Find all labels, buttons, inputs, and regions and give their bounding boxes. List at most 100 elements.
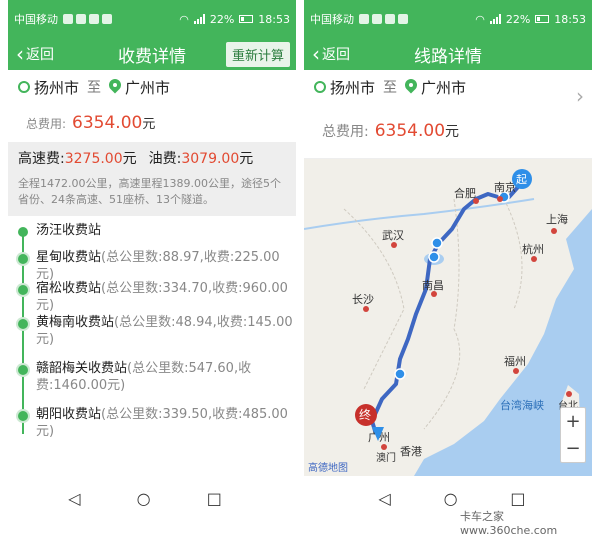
total-value: 6354.00 [374, 121, 446, 141]
total-cost-row[interactable]: › 总费用: 6354.00 元 [304, 84, 592, 158]
total-label: 总费用: [26, 117, 67, 131]
route-summary: 扬州市 至 广州市 [304, 70, 592, 104]
route-description: 全程1472.00公里，高速里程1389.00公里，途径5个省份、24条高速、5… [18, 177, 281, 206]
route-detail-screen: 中国移动 ◠ 22% 18:53 ‹ 返回 线路详情 扬州市 至 广州市 › 总… [304, 0, 592, 480]
chevron-left-icon: ‹ [16, 42, 24, 66]
waypoint-icon [431, 237, 443, 249]
home-circle-icon[interactable]: ○ [444, 489, 458, 508]
destination-city: 广州市 [421, 78, 467, 97]
city-dot-icon [513, 368, 519, 374]
origin-city: 扬州市 [34, 78, 80, 97]
wechat-icon [359, 14, 369, 24]
list-item: 黄梅南收费站(总公里数:48.94,收费:145.00元) [8, 314, 296, 360]
recalculate-button[interactable]: 重新计算 [225, 41, 290, 67]
clock: 18:53 [258, 12, 290, 26]
toll-station-list: 汤汪收费站 星甸收费站(总公里数:88.97,收费:225.00元) 宿松收费站… [8, 216, 296, 439]
station-dot-icon [18, 285, 28, 295]
station-dot-icon [18, 411, 28, 421]
station-name: 宿松收费站 [36, 281, 102, 296]
toll-detail-screen: 中国移动 ◠ 22% 18:53 ‹ 返回 收费详情 重新计算 扬州市 至 广州… [8, 0, 296, 480]
image-icon [76, 14, 86, 24]
signal-icon [193, 14, 205, 24]
city-label: 合肥 [454, 186, 476, 200]
mail-icon [89, 14, 99, 24]
list-item: 赣韶梅关收费站(总公里数:547.60,收费:1460.00元) [8, 360, 296, 406]
city-dot-icon [531, 256, 537, 262]
battery-icon [239, 15, 254, 23]
end-marker-label: 终 [359, 407, 371, 422]
start-marker-label: 起 [516, 173, 527, 186]
fee-breakdown: 高速费: 3275.00 元 油费: 3079.00 元 全程1472.00公里… [8, 142, 296, 216]
destination-city: 广州市 [125, 78, 171, 97]
city-dot-icon [566, 391, 572, 397]
city-label: 澳门 [376, 451, 396, 464]
city-label: 杭州 [522, 242, 544, 256]
sea-label: 台湾海峡 [500, 398, 544, 412]
recents-square-icon[interactable]: □ [207, 489, 222, 508]
station-dot-icon [18, 227, 28, 237]
total-value: 6354.00 [72, 113, 143, 133]
wechat-icon [63, 14, 73, 24]
notification-icons [359, 14, 408, 24]
station-name: 黄梅南收费站 [36, 315, 115, 330]
carrier-label: 中国移动 [14, 13, 58, 26]
city-label: 香港 [400, 445, 422, 458]
battery-percent: 22% [209, 12, 235, 26]
route-map[interactable]: 合肥 南京 上海 武汉 杭州 长沙 南昌 福州 台湾海峡 台北 广州 香港 澳门… [304, 158, 592, 476]
nav-bar: ‹ 返回 收费详情 重新计算 [8, 38, 296, 70]
zoom-out-button[interactable]: − [565, 438, 580, 459]
app-icon [398, 14, 408, 24]
origin-city: 扬州市 [330, 78, 376, 97]
total-label: 总费用: [322, 124, 369, 140]
route-to-word: 至 [87, 80, 102, 96]
destination-pin-icon [405, 79, 417, 95]
station-dot-icon [18, 254, 28, 264]
highway-fee-label: 高速费: [18, 151, 65, 167]
map-brand-logo: 高德地图 [308, 461, 348, 474]
status-bar: 中国移动 ◠ 22% 18:53 [304, 0, 592, 38]
list-item: 朝阳收费站(总公里数:339.50,收费:485.00元) [8, 406, 296, 439]
back-triangle-icon[interactable]: ◁ [68, 489, 80, 508]
zoom-control: + − [560, 407, 586, 463]
city-dot-icon [391, 242, 397, 248]
signal-icon [489, 14, 501, 24]
total-unit: 元 [445, 124, 460, 140]
map-canvas[interactable]: 合肥 南京 上海 武汉 杭州 长沙 南昌 福州 台湾海峡 台北 广州 香港 澳门… [304, 159, 592, 476]
fuel-fee-unit: 元 [239, 151, 254, 167]
recents-square-icon[interactable]: □ [510, 489, 525, 508]
list-item: 宿松收费站(总公里数:334.70,收费:960.00元) [8, 280, 296, 314]
highway-fee-value: 3275.00 [64, 151, 123, 167]
fuel-fee-label: 油费: [148, 151, 182, 167]
city-label: 上海 [546, 212, 568, 226]
back-button[interactable]: ‹ 返回 [304, 44, 350, 64]
battery-percent: 22% [505, 12, 531, 26]
waypoint-icon [394, 368, 406, 380]
status-bar: 中国移动 ◠ 22% 18:53 [8, 0, 296, 38]
back-label: 返回 [26, 47, 54, 63]
city-dot-icon [381, 444, 387, 450]
city-label: 长沙 [352, 293, 374, 306]
back-triangle-icon[interactable]: ◁ [378, 489, 390, 508]
home-circle-icon[interactable]: ○ [137, 489, 151, 508]
station-name: 朝阳收费站 [36, 407, 102, 422]
station-name: 星甸收费站 [36, 250, 102, 265]
station-dot-icon [18, 365, 28, 375]
waypoint-icon [428, 251, 440, 263]
image-icon [372, 14, 382, 24]
mail-icon [385, 14, 395, 24]
nav-bar: ‹ 返回 线路详情 [304, 38, 592, 70]
wifi-icon: ◠ [179, 12, 189, 26]
city-label: 福州 [504, 354, 526, 368]
city-dot-icon [363, 306, 369, 312]
route-summary: 扬州市 至 广州市 [8, 70, 296, 104]
carrier-label: 中国移动 [310, 13, 354, 26]
route-to-word: 至 [383, 80, 398, 96]
back-button[interactable]: ‹ 返回 [8, 44, 54, 64]
origin-icon [18, 81, 30, 93]
clock: 18:53 [554, 12, 586, 26]
battery-icon [535, 15, 550, 23]
zoom-in-button[interactable]: + [565, 411, 580, 432]
app-icon [102, 14, 112, 24]
city-label: 南昌 [422, 279, 444, 292]
total-cost: 总费用: 6354.00 元 [8, 104, 296, 142]
